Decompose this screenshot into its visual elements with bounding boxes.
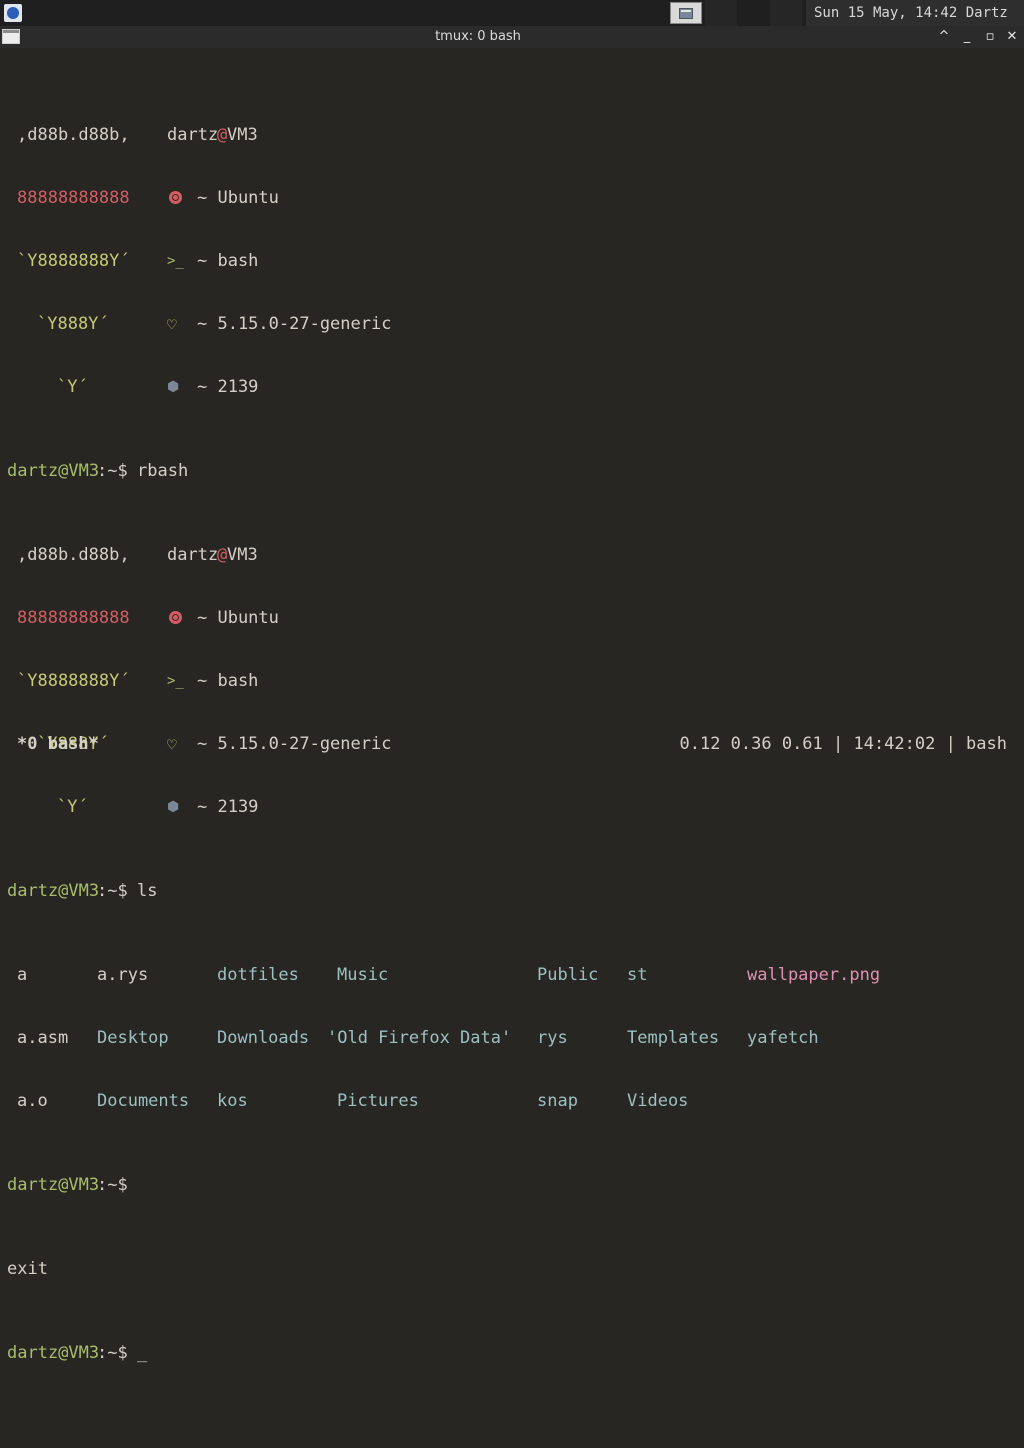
dir-entry: dotfiles (217, 965, 299, 985)
logo-line: `Y8888888Y´ (17, 251, 130, 271)
logo-line: `Y888Y´ (37, 314, 109, 334)
ls-row: a a.rys dotfiles Music Public st wallpap… (7, 965, 880, 986)
dir-entry: Documents (97, 1091, 190, 1111)
package-icon: ⬢ (167, 799, 180, 815)
tmux-status-right: 0.12 0.36 0.61 | 14:42:02 | bash (679, 734, 1007, 754)
prompt-line: dartz@VM3 :~$ (7, 1175, 128, 1196)
file-entry: a (17, 965, 28, 985)
fetch-user: dartz (167, 545, 219, 565)
close-button[interactable]: ✕ (1000, 26, 1024, 48)
prompt-line-current[interactable]: dartz@VM3 :~$ _ (7, 1343, 147, 1364)
dir-entry: 'Old Firefox Data' (327, 1028, 512, 1048)
maximize-button[interactable]: ▫ (978, 26, 1002, 48)
dir-entry: kos (217, 1091, 248, 1111)
prompt-user-host: dartz@VM3 (7, 881, 100, 901)
fetch-os: ~ Ubuntu (197, 608, 279, 628)
fetch-host: VM3 (227, 125, 258, 145)
window-titlebar[interactable]: tmux: 0 bash ^ _ ▫ ✕ (0, 26, 1024, 48)
fetch-line: `Y8888888Y´ >_ ~ bash (7, 251, 258, 272)
image-entry: wallpaper.png (747, 965, 881, 985)
command-text: rbash (137, 461, 189, 481)
logo-line: ,d88b.d88b, (17, 545, 130, 565)
minimize-button[interactable]: _ (955, 26, 979, 48)
output-line: exit (7, 1259, 48, 1280)
tray-slot (770, 0, 802, 26)
fetch-packages: ~ 2139 (197, 797, 259, 817)
fetch-line: 88888888888 ~ Ubuntu (7, 608, 279, 629)
logo-line: 88888888888 (17, 188, 130, 208)
ubuntu-icon (169, 611, 182, 624)
command-text: ls (137, 881, 158, 901)
fetch-shell: ~ bash (197, 671, 259, 691)
fetch-shell: ~ bash (197, 251, 259, 271)
prompt-sep: :~$ (97, 461, 128, 481)
fetch-host: VM3 (227, 545, 258, 565)
fetch-line: `Y888Y´ ♡ ~ 5.15.0-27-generic (7, 314, 391, 335)
logo-line: `Y´ (57, 797, 88, 817)
fetch-os: ~ Ubuntu (197, 188, 279, 208)
terminal-output[interactable]: ,d88b.d88b, dartz @ VM3 88888888888 ~ Ub… (7, 62, 880, 1385)
fetch-line: `Y´ ⬢ ~ 2139 (7, 797, 258, 818)
prompt-sep: :~$ (97, 881, 128, 901)
terminal-icon: >_ (167, 253, 184, 269)
ubuntu-icon (169, 191, 182, 204)
dir-entry: snap (537, 1091, 578, 1111)
logo-line: `Y´ (57, 377, 88, 397)
window-icon (679, 8, 693, 19)
exit-text: exit (7, 1259, 48, 1279)
dir-entry: Music (337, 965, 389, 985)
dir-entry: Public (537, 965, 599, 985)
dir-entry: Videos (627, 1091, 689, 1111)
logo-line: 88888888888 (17, 608, 130, 628)
shade-button[interactable]: ^ (932, 26, 956, 48)
fetch-at: @ (217, 545, 228, 565)
file-entry: a.o (17, 1091, 48, 1111)
fetch-line: ,d88b.d88b, dartz @ VM3 (7, 125, 258, 146)
package-icon: ⬢ (167, 379, 180, 395)
fetch-line: `Y´ ⬢ ~ 2139 (7, 377, 258, 398)
fetch-packages: ~ 2139 (197, 377, 259, 397)
prompt-line: dartz@VM3 :~$ ls (7, 881, 157, 902)
prompt-user-host: dartz@VM3 (7, 461, 100, 481)
prompt-sep: :~$ (97, 1343, 128, 1363)
dir-entry: rys (537, 1028, 568, 1048)
fetch-line: `Y8888888Y´ >_ ~ bash (7, 671, 258, 692)
fetch-at: @ (217, 125, 228, 145)
dir-entry: st (627, 965, 648, 985)
logo-line: `Y8888888Y´ (17, 671, 130, 691)
dir-entry: Templates (627, 1028, 720, 1048)
file-entry: a.rys (97, 965, 149, 985)
fetch-line: 88888888888 ~ Ubuntu (7, 188, 279, 209)
prompt-user-host: dartz@VM3 (7, 1343, 100, 1363)
app-menu-icon[interactable] (4, 4, 22, 22)
dir-entry: yafetch (747, 1028, 819, 1048)
tray-slot (705, 0, 737, 26)
ls-row: a.o Documents kos Pictures snap Videos (7, 1091, 688, 1112)
fetch-line: ,d88b.d88b, dartz @ VM3 (7, 545, 258, 566)
dir-entry: Desktop (97, 1028, 169, 1048)
heart-icon: ♡ (167, 315, 177, 334)
taskbar-window-button[interactable] (670, 2, 702, 24)
terminal-icon: >_ (167, 673, 184, 689)
tmux-window-tab[interactable]: *0 bash* (17, 732, 99, 756)
text-cursor[interactable]: _ (137, 1343, 147, 1364)
top-panel: Sun 15 May, 14:42 Dartz (0, 0, 1024, 26)
prompt-sep: :~$ (97, 1175, 128, 1195)
dir-entry: Pictures (337, 1091, 419, 1111)
tmux-status-bar: *0 bash* 0.12 0.36 0.61 | 14:42:02 | bas… (0, 732, 1024, 756)
fetch-kernel: ~ 5.15.0-27-generic (197, 314, 392, 334)
window-title: tmux: 0 bash (435, 29, 521, 44)
prompt-user-host: dartz@VM3 (7, 1175, 100, 1195)
prompt-line: dartz@VM3 :~$ rbash (7, 461, 188, 482)
logo-line: ,d88b.d88b, (17, 125, 130, 145)
fetch-user: dartz (167, 125, 219, 145)
clock[interactable]: Sun 15 May, 14:42 Dartz (806, 0, 1024, 26)
dir-entry: Downloads (217, 1028, 310, 1048)
ls-row: a.asm Desktop Downloads 'Old Firefox Dat… (7, 1028, 819, 1049)
file-entry: a.asm (17, 1028, 69, 1048)
